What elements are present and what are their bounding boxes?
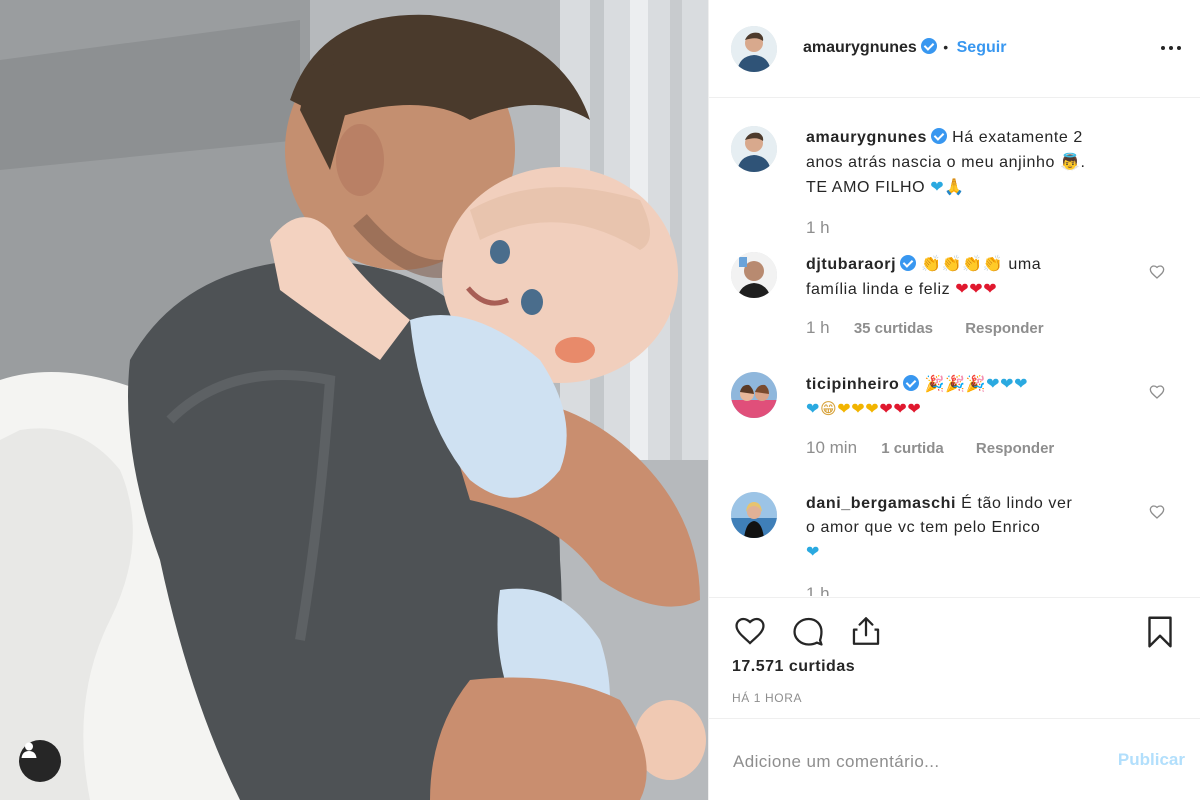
comment-text: dani_bergamaschi É tão lindo ver o amor …: [806, 492, 1126, 565]
comment-username[interactable]: ticipinheiro: [806, 376, 899, 393]
avatar[interactable]: [731, 252, 777, 298]
comment-item: ticipinheiro 🎉🎉🎉❤❤❤ ❤😁❤❤❤❤❤❤ 10 min 1 cu…: [731, 372, 1181, 472]
comment-username[interactable]: djtubaraorj: [806, 256, 896, 273]
comment-likes[interactable]: 35 curtidas: [854, 320, 933, 337]
heart-icon[interactable]: [731, 614, 769, 648]
verified-badge-icon: [900, 255, 917, 271]
user-tag-icon: [21, 742, 37, 758]
verified-badge-icon: [903, 375, 920, 391]
separator-dot: •: [943, 39, 949, 55]
caption-line1: Há exatamente 2: [952, 129, 1083, 146]
comment-time[interactable]: 10 min: [806, 438, 857, 457]
comment-input[interactable]: [731, 741, 1075, 783]
comment-text-b: família linda e feliz: [806, 281, 951, 298]
caption-meta: 1 h: [806, 218, 850, 238]
blue-heart-emoji-icon: ❤: [930, 177, 945, 196]
comment-meta: 1 h: [806, 584, 850, 596]
comment-icon[interactable]: [789, 614, 827, 648]
avatar[interactable]: [731, 26, 777, 72]
avatar[interactable]: [731, 492, 777, 538]
caption-line3: TE AMO FILHO: [806, 179, 926, 196]
add-comment-bar: Publicar: [709, 718, 1200, 801]
blue-heart-emoji-icon: ❤: [806, 542, 821, 561]
caption-time[interactable]: 1 h: [806, 218, 830, 237]
comment-time[interactable]: 1 h: [806, 584, 830, 596]
like-comment-heart-icon[interactable]: [1149, 504, 1165, 520]
baby-angel-emoji-icon: 👼: [1060, 152, 1081, 171]
yellow-heart-emoji-icon: ❤❤❤: [837, 399, 880, 418]
blue-heart-emoji-icon: ❤❤❤: [986, 374, 1029, 393]
comment-meta: 1 h 35 curtidas Responder: [806, 318, 1044, 338]
avatar-image: [731, 492, 777, 538]
red-heart-emoji-icon: ❤❤❤: [879, 399, 922, 418]
comment-text-a: uma: [1008, 256, 1042, 273]
avatar-image: [731, 126, 777, 172]
comments-list[interactable]: amaurygnunes Há exatamente 2 anos atrás …: [709, 98, 1200, 596]
author-username[interactable]: amaurygnunes: [803, 39, 917, 56]
grinning-face-emoji-icon: 😁: [820, 399, 838, 418]
post-actions: 17.571 curtidas HÁ 1 HORA: [709, 597, 1200, 718]
verified-badge-icon: [931, 128, 948, 144]
avatar-image: [731, 26, 777, 72]
tag-users-button[interactable]: [19, 740, 61, 782]
comment-item: dani_bergamaschi É tão lindo ver o amor …: [731, 492, 1181, 596]
praying-hands-emoji-icon: 🙏: [944, 177, 965, 196]
post-timestamp[interactable]: HÁ 1 HORA: [732, 691, 802, 705]
blue-heart-emoji-icon: ❤: [806, 399, 821, 418]
comment-likes[interactable]: 1 curtida: [881, 440, 944, 457]
header-user-line: amaurygnunes • Seguir: [803, 38, 1006, 57]
comment-item: djtubaraorj 👏👏👏👏 uma família linda e fel…: [731, 252, 1181, 352]
comment-meta: 10 min 1 curtida Responder: [806, 438, 1054, 458]
comment-text-b: o amor que vc tem pelo Enrico: [806, 519, 1041, 536]
clapping-hands-emoji-icon: 👏👏👏👏: [921, 254, 1004, 273]
caption-text: amaurygnunes Há exatamente 2 anos atrás …: [806, 128, 1086, 196]
comment-username[interactable]: dani_bergamaschi: [806, 495, 956, 512]
like-comment-heart-icon[interactable]: [1149, 264, 1165, 280]
post-photo[interactable]: [0, 0, 708, 800]
comment-text-a: É tão lindo ver: [961, 495, 1073, 512]
comment-text: ticipinheiro 🎉🎉🎉❤❤❤ ❤😁❤❤❤❤❤❤: [806, 372, 1126, 422]
reply-button[interactable]: Responder: [976, 440, 1054, 457]
avatar[interactable]: [731, 126, 777, 172]
follow-button[interactable]: Seguir: [957, 39, 1007, 56]
avatar-image: [731, 252, 777, 298]
share-icon[interactable]: [847, 614, 885, 648]
more-options-icon[interactable]: [1161, 38, 1187, 58]
red-heart-emoji-icon: ❤❤❤: [955, 279, 998, 298]
likes-count[interactable]: 17.571 curtidas: [732, 658, 855, 676]
reply-button[interactable]: Responder: [965, 320, 1043, 337]
caption-line2: anos atrás nascia o meu anjinho: [806, 154, 1055, 171]
avatar-image: [731, 372, 777, 418]
comment-text: djtubaraorj 👏👏👏👏 uma família linda e fel…: [806, 252, 1126, 302]
post-side-panel: amaurygnunes • Seguir amaurygnunes Há ex…: [708, 0, 1200, 800]
caption: amaurygnunes Há exatamente 2 anos atrás …: [731, 126, 1181, 237]
bookmark-icon[interactable]: [1141, 614, 1179, 650]
comment-time[interactable]: 1 h: [806, 318, 830, 337]
photo-illustration: [0, 0, 708, 800]
post-header: amaurygnunes • Seguir: [709, 0, 1200, 98]
like-comment-heart-icon[interactable]: [1149, 384, 1165, 400]
publish-button[interactable]: Publicar: [1118, 750, 1185, 770]
party-popper-emoji-icon: 🎉🎉🎉: [924, 374, 987, 393]
avatar[interactable]: [731, 372, 777, 418]
verified-badge-icon: [920, 38, 937, 54]
caption-username[interactable]: amaurygnunes: [806, 129, 927, 146]
